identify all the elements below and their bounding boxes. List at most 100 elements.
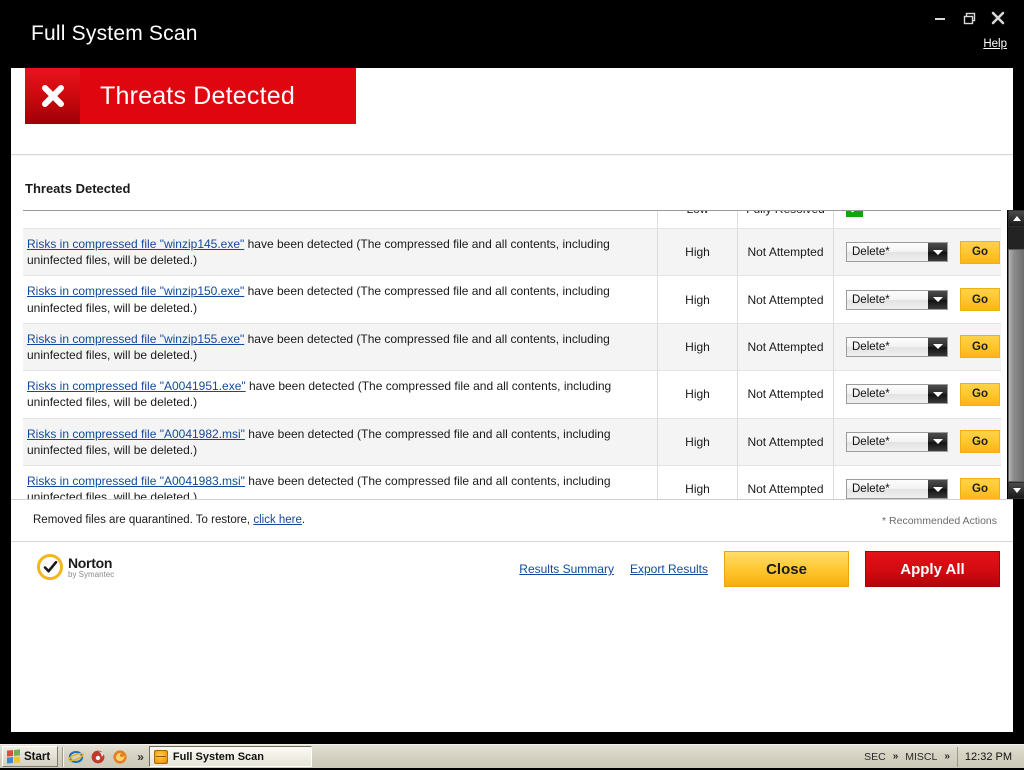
table-row: Risks in compressed file "winzip155.exe"… xyxy=(23,323,1001,372)
threat-detail-link[interactable]: Risks in compressed file "A0041982.msi" xyxy=(27,427,245,441)
export-results-link[interactable]: Export Results xyxy=(630,562,708,576)
action-select[interactable]: Delete* xyxy=(846,336,948,357)
risk-level-cell: High xyxy=(657,418,737,465)
restore-button[interactable] xyxy=(959,8,979,28)
chevron-down-icon[interactable] xyxy=(928,290,947,309)
content-panel: Threats Detected Threats Detected 4 Trac… xyxy=(11,68,1024,732)
action-select-value: Delete* xyxy=(847,337,928,356)
taskbar-separator xyxy=(62,746,65,767)
status-cell: Not Attempted xyxy=(737,418,833,465)
risk-level-cell: High xyxy=(657,229,737,276)
action-select-value: Delete* xyxy=(847,432,928,451)
internet-explorer-icon[interactable] xyxy=(68,749,85,765)
firefox-icon[interactable] xyxy=(112,749,128,765)
action-cell: Delete* Go xyxy=(833,276,1001,323)
table-row: 4 Tracking Cookies have been fully resol… xyxy=(23,210,1001,229)
threat-description-cell: Risks in compressed file "A0041983.msi" … xyxy=(23,466,657,499)
go-button[interactable]: Go xyxy=(960,288,1000,312)
start-button[interactable]: Start xyxy=(2,746,59,767)
recommended-actions-note: * Recommended Actions xyxy=(882,515,997,527)
norton-app-icon xyxy=(153,749,168,764)
norton-checkmark-icon xyxy=(37,554,63,580)
status-cell: Not Attempted xyxy=(737,323,833,371)
close-button[interactable]: Close xyxy=(724,551,849,587)
go-button[interactable]: Go xyxy=(960,477,1000,499)
status-cell: Not Attempted xyxy=(737,276,833,323)
vertical-scrollbar[interactable] xyxy=(1007,210,1024,499)
help-link[interactable]: Help xyxy=(983,38,1007,50)
threats-table-body: 4 Tracking Cookies have been fully resol… xyxy=(23,210,1001,499)
threat-detail-link[interactable]: 4 Tracking Cookies xyxy=(27,210,129,211)
action-cell: Delete* Go xyxy=(833,418,1001,465)
scrollbar-thumb[interactable] xyxy=(1008,249,1024,482)
action-select-value: Delete* xyxy=(847,290,928,309)
quarantine-note-suffix: . xyxy=(301,514,306,526)
scroll-up-button[interactable] xyxy=(1008,210,1024,227)
threat-detail-link[interactable]: Risks in compressed file "A0041983.msi" xyxy=(27,474,245,488)
threat-description-cell: Risks in compressed file "A0041951.exe" … xyxy=(23,371,657,417)
system-tray: SEC » MISCL » 12:32 PM xyxy=(864,746,1024,767)
quarantine-note: Removed files are quarantined. To restor… xyxy=(33,514,305,526)
risk-level-cell: High xyxy=(657,276,737,323)
chevron-down-icon[interactable] xyxy=(928,480,947,499)
resolved-check-icon: ✔ xyxy=(846,211,863,217)
restore-link[interactable]: click here xyxy=(253,514,302,526)
taskbar-item-full-system-scan[interactable]: Full System Scan xyxy=(148,746,312,767)
norton-brand-sub: by Symantec xyxy=(68,569,115,579)
risk-level-cell: High xyxy=(657,465,737,499)
apply-all-button[interactable]: Apply All xyxy=(865,551,1000,587)
scrollbar-track-upper[interactable] xyxy=(1008,227,1024,249)
tray-overflow-icon-2[interactable]: » xyxy=(944,751,950,762)
risk-level-cell: High xyxy=(657,371,737,418)
results-summary-link[interactable]: Results Summary xyxy=(519,562,614,576)
action-select[interactable]: Delete* xyxy=(846,384,948,405)
action-select[interactable]: Delete* xyxy=(846,289,948,310)
action-select[interactable]: Delete* xyxy=(846,242,948,263)
threat-description-cell: 4 Tracking Cookies have been fully resol… xyxy=(23,210,657,228)
go-button[interactable]: Go xyxy=(960,335,1000,359)
footer-actions: Results Summary Export Results Close App… xyxy=(519,551,1000,587)
go-button[interactable]: Go xyxy=(960,240,1000,264)
threat-description-cell: Risks in compressed file "winzip155.exe"… xyxy=(23,324,657,370)
close-icon[interactable] xyxy=(988,8,1008,28)
section-title: Threats Detected xyxy=(25,181,131,196)
window-title: Full System Scan xyxy=(31,22,198,45)
chevron-down-icon[interactable] xyxy=(928,385,947,404)
threat-detail-link[interactable]: Risks in compressed file "winzip155.exe" xyxy=(27,332,244,346)
action-select[interactable]: Delete* xyxy=(846,431,948,452)
action-select[interactable]: Delete* xyxy=(846,479,948,499)
scroll-down-button[interactable] xyxy=(1008,482,1024,499)
tray-item-sec[interactable]: SEC xyxy=(864,751,886,763)
taskbar: Start » Full System Scan SEC » MISCL » 1… xyxy=(0,744,1024,768)
minimize-button[interactable] xyxy=(930,8,950,28)
tray-clock[interactable]: 12:32 PM xyxy=(956,746,1019,767)
media-player-icon[interactable] xyxy=(90,749,106,765)
go-button[interactable]: Go xyxy=(960,430,1000,454)
action-cell: Delete* Go xyxy=(833,229,1001,276)
status-cell: Not Attempted xyxy=(737,229,833,276)
threat-detail-link[interactable]: Risks in compressed file "A0041951.exe" xyxy=(27,379,246,393)
threat-detail-link[interactable]: Risks in compressed file "winzip150.exe" xyxy=(27,284,244,298)
tray-overflow-icon-1[interactable]: » xyxy=(893,751,899,762)
chevron-down-icon[interactable] xyxy=(928,432,947,451)
go-button[interactable]: Go xyxy=(960,382,1000,406)
threat-detail-link[interactable]: Risks in compressed file "winzip145.exe" xyxy=(27,237,244,251)
status-cell: Not Attempted xyxy=(737,465,833,499)
quick-launch-overflow-icon[interactable]: » xyxy=(137,750,144,764)
taskbar-item-label: Full System Scan xyxy=(172,750,264,763)
chevron-down-icon[interactable] xyxy=(928,337,947,356)
action-cell: Delete* Go xyxy=(833,371,1001,418)
scan-window: Full System Scan Help Threats Detected T… xyxy=(0,0,1024,740)
windows-flag-icon xyxy=(7,749,20,764)
norton-logo: Norton by Symantec xyxy=(37,554,114,580)
quick-launch-bar: » xyxy=(68,749,147,765)
status-cell: Not Attempted xyxy=(737,371,833,418)
start-button-label: Start xyxy=(24,750,51,763)
tray-item-miscl[interactable]: MISCL xyxy=(905,751,937,763)
norton-wordmark: Norton by Symantec xyxy=(68,556,114,579)
section-band xyxy=(11,155,1013,156)
title-bar: Full System Scan Help xyxy=(0,0,1024,68)
window-controls xyxy=(930,8,1008,28)
banner-text: Threats Detected xyxy=(100,81,295,110)
chevron-down-icon[interactable] xyxy=(928,243,947,262)
